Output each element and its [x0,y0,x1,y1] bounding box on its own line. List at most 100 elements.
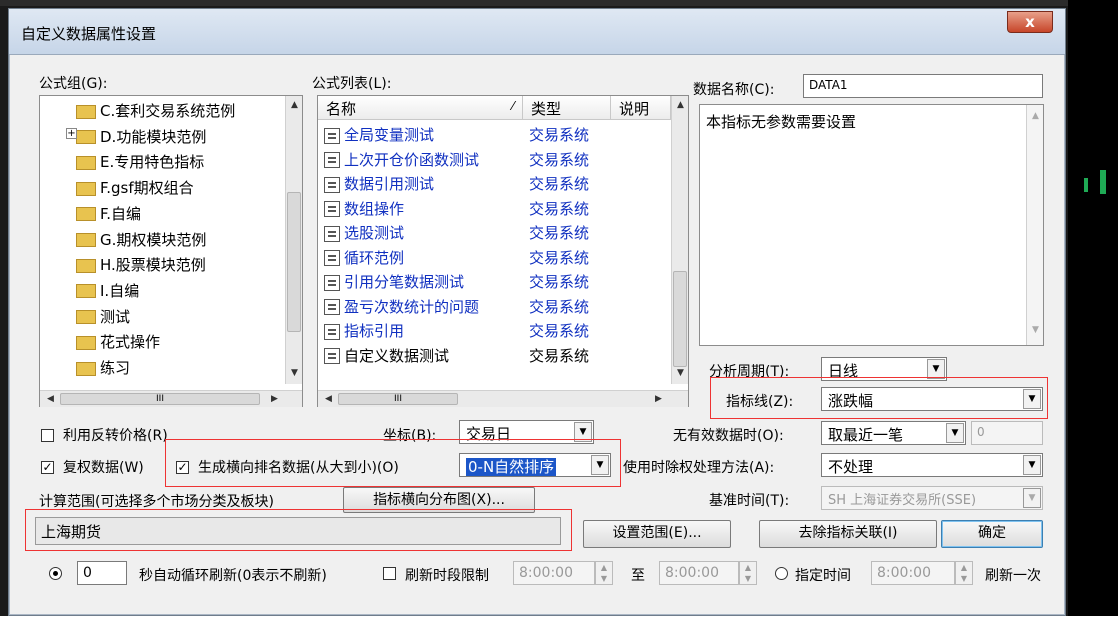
list-item[interactable]: 上次开仓价函数测试 交易系统 [324,149,664,173]
scroll-right-icon[interactable]: ▶ [650,394,667,404]
list-item[interactable]: 数组操作 交易系统 [324,198,664,222]
base-time-select[interactable]: SH 上海证券交易所(SSE) ▼ [821,486,1043,510]
tree-item[interactable]: 测试 [76,306,130,331]
ranking-order-select[interactable]: 0-N自然排序 ▼ [459,453,611,477]
refresh-seconds-input[interactable]: 0 [77,561,127,585]
chevron-down-icon[interactable]: ▼ [1023,455,1041,475]
column-header-name[interactable]: 名称 ⁄ [318,96,523,120]
start-time-spinner[interactable]: ▲ ▼ [595,561,613,585]
tree-item-label: 花式操作 [100,333,161,352]
scroll-down-icon[interactable]: ▼ [672,368,689,378]
list-item-name: 循环范例 [344,248,405,267]
list-item-type: 交易系统 [529,297,590,316]
formula-group-tree[interactable]: C.套利交易系统范例 + D.功能模块范例 E.专用特色指标 F.gsf期权组合 F.自编… [39,95,303,407]
data-name-input[interactable]: DATA1 [803,74,1043,98]
fixed-time-label: 指定时间 [795,568,851,584]
list-scroll-thumb[interactable] [673,271,687,367]
chevron-down-icon[interactable]: ▼ [946,423,964,443]
ok-button[interactable]: 确定 [941,520,1043,548]
exright-method-value: 不处理 [828,458,874,476]
chevron-down-icon[interactable]: ▼ [1023,389,1041,409]
window-title: 自定义数据属性设置 [21,25,157,43]
list-vertical-scrollbar[interactable]: ▲ ▼ [671,96,688,384]
tree-item[interactable]: F.gsf期权组合 [76,177,194,202]
coordinate-select[interactable]: 交易日 ▼ [459,420,594,444]
refresh-end-time[interactable]: 8:00:00 [659,561,739,585]
list-horizontal-scrollbar[interactable]: ◀ III ▶ [318,390,688,407]
no-valid-data-extra[interactable]: 0 [971,421,1043,445]
scroll-left-icon[interactable]: ◀ [42,394,59,404]
chevron-down-icon[interactable]: ▼ [1023,488,1041,508]
tree-item[interactable]: E.专用特色指标 [76,151,204,176]
fixed-time-input[interactable]: 8:00:00 [871,561,955,585]
no-valid-data-value: 取最近一笔 [828,426,904,444]
tree-item[interactable]: C.套利交易系统范例 [76,100,235,125]
formula-list[interactable]: 名称 ⁄ 类型 说明 全局变量测试 交易系统 上次开仓价函数测试 交易系统 数据引用测试交… [317,95,689,407]
close-button[interactable]: x [1007,11,1053,33]
tree-hscroll-thumb[interactable]: III [60,393,260,405]
calc-range-field[interactable]: 上海期货 [35,517,561,545]
fixed-time-radio[interactable] [775,567,788,580]
tree-horizontal-scrollbar[interactable]: ◀ III ▶ [40,390,302,407]
tree-item[interactable]: 练习 [76,357,130,382]
no-valid-data-select[interactable]: 取最近一笔 ▼ [821,421,966,445]
list-item[interactable]: 自定义数据测试 交易系统 [324,345,664,369]
remove-link-button[interactable]: 去除指标关联(I) [759,520,937,548]
auto-refresh-radio[interactable] [49,567,62,580]
reverse-price-checkbox[interactable] [41,429,54,442]
list-item[interactable]: 引用分笔数据测试 交易系统 [324,271,664,295]
tree-scroll-thumb[interactable] [287,192,301,332]
tree-vertical-scrollbar[interactable]: ▲ ▼ [285,96,302,384]
chevron-down-icon[interactable]: ▼ [927,359,945,379]
analysis-period-select[interactable]: 日线 ▼ [821,357,947,381]
indicator-line-select[interactable]: 涨跌幅 ▼ [821,387,1043,411]
list-item[interactable]: 数据引用测试 交易系统 [324,173,664,197]
tree-item[interactable]: G.期权模块范例 [76,229,206,254]
list-item-type: 交易系统 [529,273,590,291]
tree-item[interactable]: H.股票模块范例 [76,254,206,279]
distribution-button[interactable]: 指标横向分布图(X)... [343,487,535,513]
scroll-down-icon[interactable]: ▼ [286,368,303,378]
scroll-right-icon[interactable]: ▶ [266,394,283,404]
list-hscroll-thumb[interactable]: III [338,393,458,405]
list-item-type: 交易系统 [529,346,590,365]
tree-item-label: 练习 [100,359,131,377]
set-range-button[interactable]: 设置范围(E)... [583,520,731,548]
tree-item-label: H.股票模块范例 [100,256,206,275]
scroll-left-icon[interactable]: ◀ [320,394,337,404]
scroll-up-icon[interactable]: ▲ [1027,111,1044,121]
scroll-up-icon[interactable]: ▲ [672,100,689,110]
scroll-up-icon[interactable]: ▲ [286,100,303,110]
ranking-data-checkbox[interactable]: ✓ [176,461,189,474]
refresh-period-checkbox[interactable] [383,567,396,580]
column-header-type[interactable]: 类型 [523,96,611,120]
list-item[interactable]: 盈亏次数统计的问题 交易系统 [324,296,664,320]
list-item[interactable]: 循环范例 交易系统 [324,247,664,271]
tree-item[interactable]: 花式操作 [76,331,160,356]
expand-icon[interactable]: + [66,127,77,139]
adjusted-data-checkbox[interactable]: ✓ [41,461,54,474]
refresh-start-time[interactable]: 8:00:00 [513,561,595,585]
column-header-desc[interactable]: 说明 [611,96,671,120]
chevron-down-icon[interactable]: ▼ [591,455,609,475]
tree-item[interactable]: + D.功能模块范例 [66,126,206,151]
tree-item[interactable]: F.自编 [76,203,141,228]
list-item[interactable]: 指标引用 交易系统 [324,320,664,344]
description-scrollbar[interactable]: ▲ ▼ [1026,105,1043,345]
list-item[interactable]: 全局变量测试 交易系统 [324,124,664,148]
fixed-time-spinner[interactable]: ▲ ▼ [955,561,973,585]
end-time-spinner[interactable]: ▲ ▼ [739,561,757,585]
chevron-down-icon[interactable]: ▼ [574,422,592,442]
exright-method-label: 使用时除权处理方法(A): [623,460,775,476]
ranking-data-label: 生成横向排名数据(从大到小)(O) [198,460,399,476]
folder-icon [76,335,96,350]
list-item-type: 交易系统 [529,150,590,169]
tree-item[interactable]: I.自编 [76,280,139,305]
list-item[interactable]: 选股测试 交易系统 [324,222,664,246]
indicator-line-label: 指标线(Z): [726,394,794,410]
exright-method-select[interactable]: 不处理 ▼ [821,453,1043,477]
list-item-name: 全局变量测试 [344,126,435,144]
description-box[interactable]: 本指标无参数需要设置 ▲ ▼ [699,104,1044,346]
scroll-down-icon[interactable]: ▼ [1027,325,1044,335]
folder-icon [76,233,96,247]
